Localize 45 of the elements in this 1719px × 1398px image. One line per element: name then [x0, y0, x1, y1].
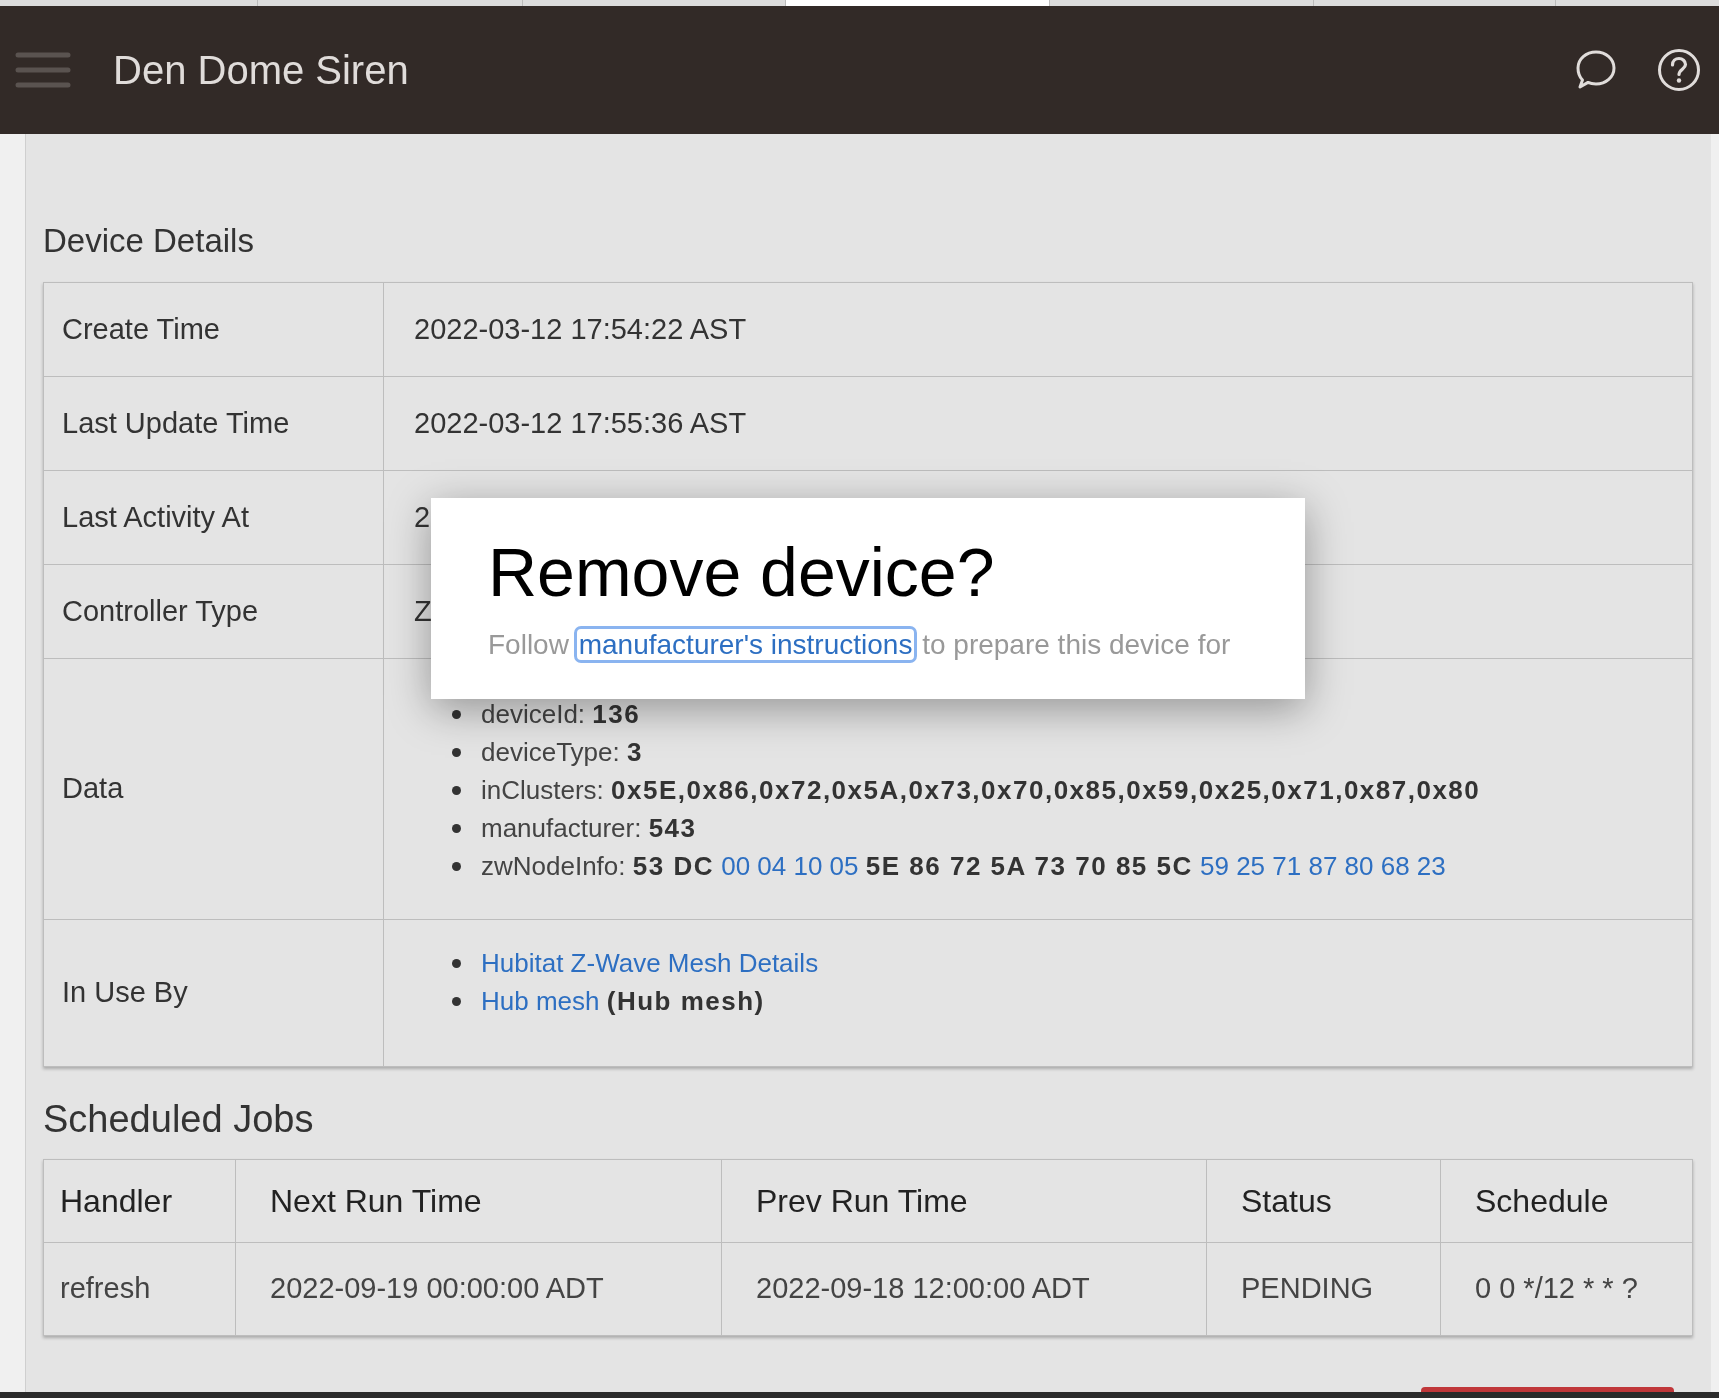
- row-label: Data: [62, 771, 124, 807]
- list-item: deviceType: 3: [481, 735, 643, 769]
- table-cell-text: PENDING: [1241, 1271, 1374, 1307]
- column-header: Next Run Time: [270, 1182, 482, 1221]
- link[interactable]: Hub mesh: [481, 985, 600, 1016]
- bullet-icon: [452, 709, 461, 719]
- row-label: Controller Type: [62, 593, 259, 629]
- bullet-icon: [452, 785, 461, 795]
- row-value: 2022-03-12 17:55:36 AST: [414, 405, 747, 441]
- link[interactable]: manufacturer's instructions: [576, 629, 915, 660]
- chat-icon[interactable]: [1575, 49, 1617, 91]
- help-icon[interactable]: [1657, 48, 1701, 92]
- list-item: deviceId: 136: [481, 697, 641, 731]
- column-header: Status: [1241, 1182, 1332, 1221]
- table-cell-text: 2022-09-18 12:00:00 ADT: [756, 1271, 1090, 1307]
- section-title: Scheduled Jobs: [43, 1097, 315, 1142]
- row-label: Create Time: [62, 311, 220, 347]
- row-label: Last Activity At: [62, 499, 249, 535]
- bullet-icon: [452, 747, 461, 757]
- row-value: 2022-03-12 17:54:22 AST: [414, 311, 747, 347]
- page-title: Den Dome Siren: [113, 47, 409, 94]
- row-value: Z: [414, 593, 432, 629]
- bullet-icon: [452, 996, 461, 1006]
- list-item: inClusters: 0x5E,0x86,0x72,0x5A,0x73,0x70,0x85,0x59,0x25,0x71,0x87,0x80: [481, 773, 1481, 807]
- row-label: In Use By: [62, 975, 188, 1011]
- link[interactable]: Hubitat Z-Wave Mesh Details: [481, 947, 819, 978]
- column-header: Handler: [60, 1182, 173, 1221]
- row-label: Last Update Time: [62, 405, 290, 441]
- row-value: 2: [414, 499, 431, 535]
- list-item: zwNodeInfo: 53 DC 00 04 10 05 5E 86 72 5A 73 70 85 5C 59 25 71 87 80 68 23: [481, 849, 1446, 883]
- section-title: Device Details: [43, 221, 255, 261]
- bullet-icon: [452, 958, 461, 968]
- bullet-icon: [452, 823, 461, 833]
- column-header: Prev Run Time: [756, 1182, 968, 1221]
- column-header: Schedule: [1475, 1182, 1609, 1221]
- dialog-title: Remove device?: [488, 533, 996, 612]
- link[interactable]: 59 25 71 87 80 68 23: [1200, 850, 1446, 881]
- dialog-text: Follow manufacturer's instructions to prepare this device for: [488, 624, 1248, 666]
- table-cell-text: 0 0 */12 * * ?: [1475, 1271, 1638, 1307]
- bullet-icon: [452, 861, 461, 871]
- list-item: manufacturer: 543: [481, 811, 697, 845]
- link[interactable]: 00 04 10 05: [721, 850, 859, 881]
- table-cell-text: refresh: [60, 1271, 151, 1307]
- list-item: Hub mesh (Hub mesh): [481, 984, 765, 1018]
- table-cell-text: 2022-09-19 00:00:00 ADT: [270, 1271, 604, 1307]
